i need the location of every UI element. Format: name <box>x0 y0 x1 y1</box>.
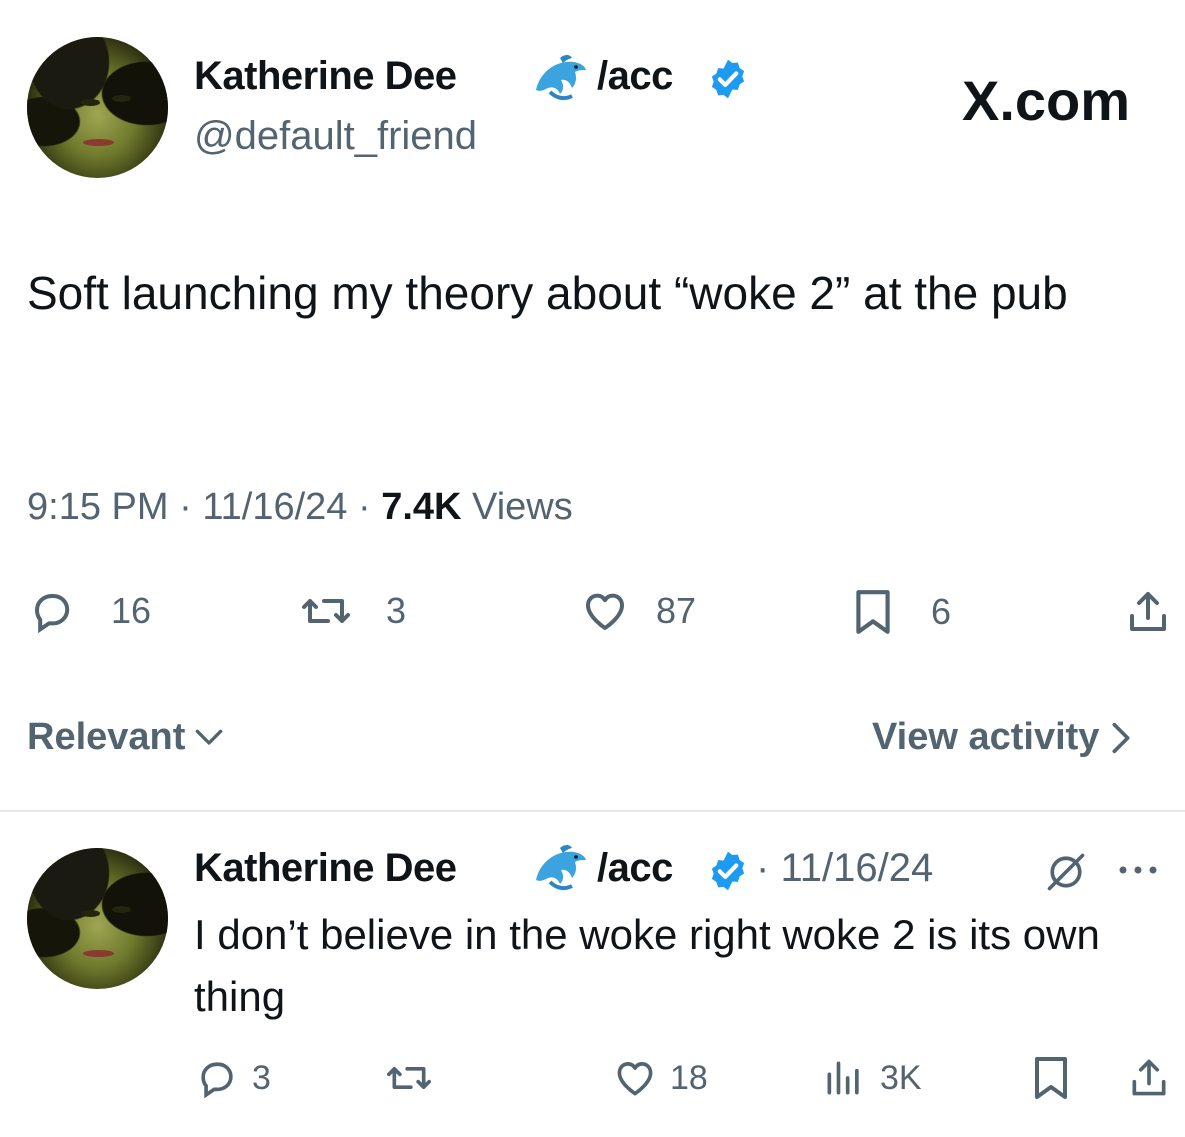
reply-views-count: 3K <box>880 1058 922 1097</box>
bookmark-icon[interactable] <box>1030 1054 1072 1102</box>
bookmark-count: 6 <box>931 591 952 632</box>
reply-text: I don’t believe in the woke right woke 2… <box>194 911 1100 1020</box>
reply-like-count: 18 <box>670 1058 708 1097</box>
like-icon <box>580 587 630 635</box>
reply-icon <box>27 587 75 635</box>
author-name[interactable]: Katherine Dee <box>194 54 457 99</box>
reply-author-avatar[interactable] <box>27 848 168 989</box>
reply-author-name[interactable]: Katherine Dee <box>194 846 457 891</box>
repost-icon[interactable] <box>385 1056 433 1100</box>
chevron-right-icon <box>1109 718 1133 758</box>
tweet-date[interactable]: 11/16/24 <box>202 486 347 528</box>
views-icon <box>822 1056 866 1100</box>
dolphin-emoji-icon <box>530 842 590 894</box>
author-avatar[interactable] <box>27 37 168 178</box>
x-com-logo: X.com <box>962 69 1131 132</box>
tweet-meta: 9:15 PM · 11/16/24 · 7.4K Views <box>27 486 573 529</box>
reply-count: 16 <box>111 590 152 631</box>
like-button[interactable]: 87 <box>580 587 696 635</box>
divider <box>0 810 1185 812</box>
reply-reply-count: 3 <box>252 1058 271 1097</box>
meta-separator: · <box>179 486 192 528</box>
view-activity-link[interactable]: View activity <box>872 716 1133 759</box>
grok-icon[interactable] <box>1044 850 1088 894</box>
reply-like-button[interactable]: 18 <box>612 1056 708 1100</box>
meta-separator: · <box>357 486 371 528</box>
reply-author-suffix[interactable]: /acc <box>597 846 673 891</box>
like-icon <box>612 1056 658 1100</box>
meta-separator: · <box>756 846 770 890</box>
author-suffix[interactable]: /acc <box>597 54 673 99</box>
reply-button[interactable]: 16 <box>27 587 151 635</box>
views-label: Views <box>472 486 573 528</box>
views-count[interactable]: 7.4K <box>381 486 461 528</box>
share-icon[interactable] <box>1124 587 1172 637</box>
sort-replies-button[interactable]: Relevant <box>27 716 229 759</box>
bookmark-icon <box>851 587 895 637</box>
chevron-down-icon <box>189 723 229 753</box>
repost-button[interactable]: 3 <box>300 587 406 635</box>
reply-reply-button[interactable]: 3 <box>194 1056 271 1100</box>
repost-count: 3 <box>386 590 407 631</box>
sort-label: Relevant <box>27 716 186 758</box>
tweet-text: Soft launching my theory about “woke 2” … <box>27 267 1068 319</box>
like-count: 87 <box>656 590 697 631</box>
verified-badge-icon <box>706 849 750 893</box>
view-activity-label: View activity <box>872 716 1100 758</box>
more-icon[interactable] <box>1116 862 1160 878</box>
repost-icon <box>300 587 352 635</box>
share-icon[interactable] <box>1127 1054 1171 1102</box>
reply-icon <box>194 1056 238 1100</box>
reply-views-button[interactable]: 3K <box>822 1056 922 1100</box>
reply-date[interactable]: · 11/16/24 <box>756 846 933 891</box>
bookmark-button[interactable]: 6 <box>851 587 951 637</box>
dolphin-emoji-icon <box>530 52 590 104</box>
tweet-time[interactable]: 9:15 PM <box>27 486 169 528</box>
author-handle[interactable]: @default_friend <box>194 114 477 159</box>
verified-badge-icon <box>706 57 750 101</box>
